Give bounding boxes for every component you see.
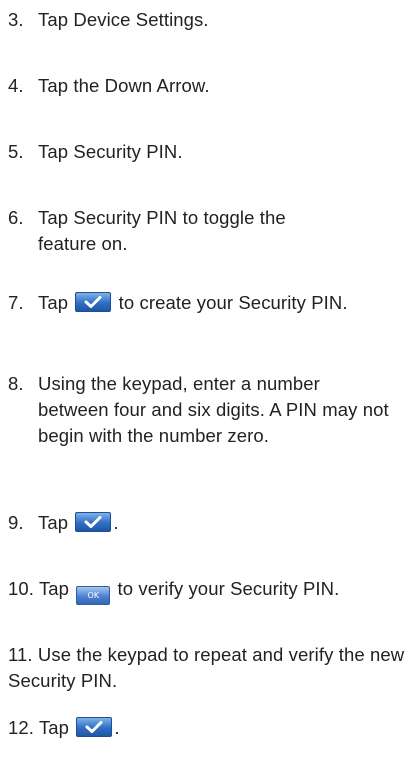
check-icon [75,512,112,532]
step-9: 9. Tap . [0,510,412,536]
step-number: 9. [8,512,24,533]
check-icon [75,292,112,312]
step-text: . [177,141,183,162]
step-10: 10. Tap OK to verify your Security PIN. [8,576,412,605]
step-text: to verify your Security PIN. [112,578,340,599]
step-7: 7. Tap to create your Security PIN. [0,290,378,316]
step-text: Use the keypad to repeat and verify the … [8,644,405,691]
step-strong: Down Arrow [104,75,205,96]
step-number: 6. [8,207,24,228]
step-strong: Device Settings [73,9,204,30]
step-strong: Security PIN [73,141,178,162]
step-5: 5. Tap Security PIN. [0,139,412,165]
step-8: 8. Using the keypad, enter a number betwe… [0,371,390,449]
step-text: . [203,9,209,30]
step-text: Tap [38,141,74,162]
step-text: Using the keypad, enter a number between… [38,373,389,446]
step-number: 12. [8,717,35,738]
step-strong: Security PIN [73,207,178,228]
step-text: Tap [38,717,75,738]
step-11: 11. Use the keypad to repeat and verify … [8,642,408,694]
step-text: Tap [38,207,74,228]
step-number: 3. [8,9,24,30]
step-text: Tap [38,292,74,313]
step-12: 12. Tap . [8,715,408,741]
step-text: Tap [38,578,75,599]
step-number: 7. [8,292,24,313]
step-text: . [114,717,120,738]
step-text: . [113,512,119,533]
step-number: 11. [8,644,33,665]
step-number: 4. [8,75,24,96]
step-number: 8. [8,373,24,394]
step-number: 10. [8,578,35,599]
instructions-page: 3. Tap Device Settings. 4. Tap the Down Ar… [0,0,412,783]
step-4: 4. Tap the Down Arrow. [0,73,412,99]
ok-button-icon: OK [76,586,111,605]
step-number: 5. [8,141,24,162]
step-text: to create your Security PIN. [113,292,348,313]
step-text: . [204,75,210,96]
step-text: Tap [38,9,74,30]
check-icon [76,717,113,737]
step-text: Tap the [38,75,105,96]
step-text: Tap [38,512,74,533]
step-6: 6. Tap Security PIN to toggle the feature… [0,205,338,257]
step-3: 3. Tap Device Settings. [0,7,412,33]
